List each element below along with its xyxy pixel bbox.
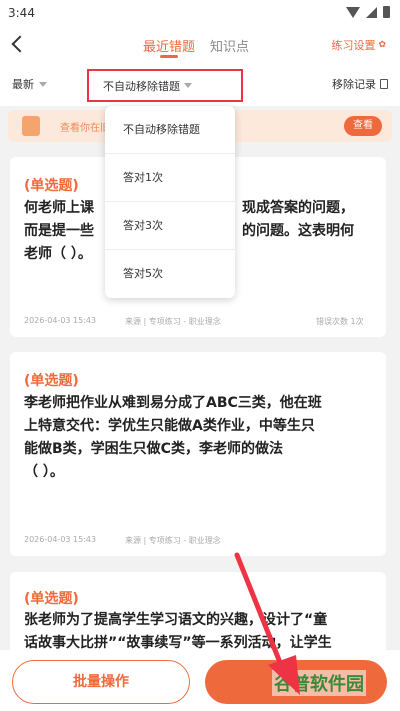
annotation-arrow xyxy=(234,552,300,695)
arrow-head xyxy=(268,655,300,695)
arrow-shaft xyxy=(234,552,288,678)
